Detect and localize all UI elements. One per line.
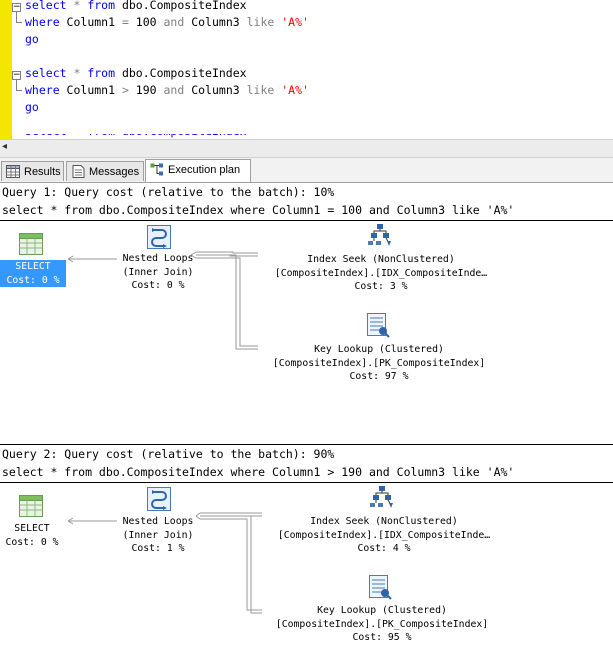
keyword: go (25, 32, 39, 46)
node-name: Nested Loops (122, 516, 194, 527)
number-literal: 190 (128, 83, 164, 97)
collapse-toggle-2[interactable]: − (12, 71, 21, 80)
code-line-3: go (25, 32, 39, 47)
execution-plan-pane[interactable]: Query 1: Query cost (relative to the bat… (0, 183, 613, 649)
node-join-type: (Inner Join) (122, 266, 194, 278)
code-line-5: select * from dbo.CompositeIndex (25, 66, 247, 81)
node-name: Key Lookup (Clustered) (317, 605, 447, 616)
node-cost: Cost: 0 % (5, 536, 59, 548)
nested-loops-label[interactable]: Nested Loops (Inner Join) Cost: 0 % (108, 252, 208, 293)
code-line-6: where Column1 > 190 and Column3 like 'A%… (25, 83, 309, 98)
node-cost: Cost: 0 % (131, 280, 185, 291)
node-object: [CompositeIndex].[PK_CompositeIndex] (272, 357, 486, 369)
node-object: [CompositeIndex].[PK_CompositeIndex] (275, 618, 489, 630)
results-tab-strip: Results Messages Execution plan (0, 158, 613, 183)
node-object: [CompositeIndex].[IDX_CompositeInde… (277, 529, 491, 541)
select-node-label[interactable]: SELECT Cost: 0 % (0, 522, 64, 549)
node-name: Key Lookup (Clustered) (314, 344, 444, 355)
identifier: Column3 (184, 83, 247, 97)
tab-label: Results (24, 166, 61, 178)
nested-loops-label[interactable]: Nested Loops (Inner Join) Cost: 1 % (108, 515, 208, 556)
node-join-type: (Inner Join) (122, 529, 194, 541)
string-literal: 'A%' (281, 15, 309, 29)
execution-plan-icon (150, 163, 163, 176)
tab-execution-plan[interactable]: Execution plan (145, 159, 251, 182)
node-cost: Cost: 95 % (352, 632, 412, 643)
outline-guide-end (16, 22, 22, 23)
node-name: SELECT (14, 523, 50, 534)
node-name: Index Seek (NonClustered) (307, 254, 455, 265)
number-literal: 100 (128, 15, 164, 29)
grid-icon (6, 165, 20, 178)
keyword: go (25, 100, 39, 114)
nested-loops-icon[interactable] (147, 225, 171, 249)
query-1-header: Query 1: Query cost (relative to the bat… (2, 185, 335, 199)
tab-label: Messages (89, 166, 140, 178)
identifier: Column1 (59, 83, 122, 97)
query-2-top-separator (0, 444, 613, 445)
key-lookup-label[interactable]: Key Lookup (Clustered) [CompositeIndex].… (262, 604, 502, 645)
code-line-7: go (25, 100, 39, 115)
key-lookup-label[interactable]: Key Lookup (Clustered) [CompositeIndex].… (259, 343, 499, 384)
keyword: from (87, 0, 116, 12)
node-object: [CompositeIndex].[IDX_CompositeInde… (274, 267, 488, 279)
query-1-separator (0, 220, 613, 221)
tab-messages[interactable]: Messages (66, 161, 144, 181)
tab-results[interactable]: Results (1, 161, 64, 181)
keyword: and (163, 83, 185, 97)
select-node-label[interactable]: SELECT Cost: 0 % (0, 260, 66, 287)
index-seek-icon[interactable] (370, 485, 394, 509)
node-cost: Cost: 1 % (131, 543, 185, 554)
query-2-header: Query 2: Query cost (relative to the bat… (2, 447, 335, 461)
tab-label: Execution plan (168, 164, 241, 176)
keyword: like (246, 83, 275, 97)
string-literal: 'A%' (281, 83, 309, 97)
keyword: and (163, 15, 185, 29)
key-lookup-icon[interactable] (369, 575, 393, 601)
node-name: Index Seek (NonClustered) (310, 516, 458, 527)
collapse-toggle-1[interactable]: − (12, 3, 21, 12)
query-1-sql: select * from dbo.CompositeIndex where C… (2, 203, 515, 217)
identifier: dbo.CompositeIndex (115, 66, 247, 80)
keyword: where (25, 15, 60, 29)
query-2-sql: select * from dbo.CompositeIndex where C… (2, 465, 515, 479)
keyword: like (246, 15, 275, 29)
index-seek-label[interactable]: Index Seek (NonClustered) [CompositeInde… (261, 515, 507, 556)
select-operator-icon[interactable] (19, 232, 43, 256)
operator: = (121, 15, 129, 29)
sql-editor[interactable]: − select * from dbo.CompositeIndex where… (0, 0, 613, 139)
keyword: select (25, 0, 67, 12)
operator: * (66, 0, 88, 12)
keyword: select (25, 66, 67, 80)
outline-guide (16, 12, 17, 22)
node-cost: Cost: 0 % (6, 274, 60, 286)
query-2-separator (0, 482, 613, 483)
node-cost: Cost: 4 % (357, 543, 411, 554)
keyword: where (25, 83, 60, 97)
index-seek-icon[interactable] (368, 223, 392, 247)
outline-guide-end (16, 90, 22, 91)
messages-icon (72, 165, 85, 178)
nested-loops-icon[interactable] (147, 487, 171, 511)
node-name: SELECT (15, 261, 51, 272)
identifier: dbo.CompositeIndex (115, 0, 247, 12)
horizontal-scrollbar[interactable]: ◂ (0, 139, 613, 158)
key-lookup-icon[interactable] (367, 313, 391, 339)
node-name: Nested Loops (122, 253, 194, 264)
keyword: from (87, 66, 116, 80)
code-line-1: select * from dbo.CompositeIndex (25, 0, 247, 13)
identifier: Column3 (184, 15, 247, 29)
outline-guide (16, 80, 17, 90)
scroll-left-icon[interactable]: ◂ (2, 141, 7, 152)
change-tracking-bar (0, 0, 12, 139)
select-operator-icon[interactable] (19, 494, 43, 518)
operator: > (121, 83, 129, 97)
node-cost: Cost: 97 % (349, 371, 409, 382)
operator: * (66, 66, 88, 80)
identifier: Column1 (59, 15, 122, 29)
code-line-2: where Column1 = 100 and Column3 like 'A%… (25, 15, 309, 30)
node-cost: Cost: 3 % (354, 281, 408, 292)
index-seek-label[interactable]: Index Seek (NonClustered) [CompositeInde… (258, 253, 504, 294)
